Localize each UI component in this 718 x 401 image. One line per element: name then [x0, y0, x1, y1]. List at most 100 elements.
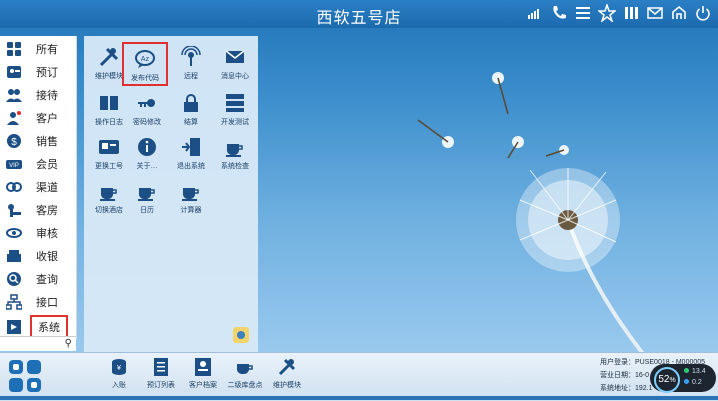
- columns-icon[interactable]: [622, 4, 640, 22]
- about-item[interactable]: 关于…: [124, 132, 170, 176]
- panel-item-label: 发布代码: [131, 75, 159, 82]
- server-icon: [224, 92, 246, 114]
- sidebar-search[interactable]: ⚲: [0, 336, 76, 351]
- customize-icon[interactable]: [232, 326, 250, 344]
- taskbar-item-label: 预订列表: [147, 382, 175, 389]
- vip-icon: VIP: [6, 156, 22, 172]
- taskbar-item-label: 维护模块: [273, 382, 301, 389]
- network-meter[interactable]: 52% 13.4 0.2: [650, 364, 716, 393]
- sidebar-item-label: 客户: [36, 113, 58, 125]
- calculator-item[interactable]: 计算器: [168, 176, 214, 220]
- sidebar-item-audit[interactable]: 审核: [0, 222, 76, 244]
- sidebar-item-cashier[interactable]: 收银: [0, 245, 76, 267]
- exit-icon: [180, 136, 202, 158]
- sales-icon: $: [6, 133, 22, 149]
- system-panel: 维护模块 Az 发布代码 远程 消息中心 操作日志 密码修改 结算 开发测试 更…: [84, 36, 258, 352]
- meter-percent: 52%: [654, 367, 680, 393]
- list-icon: [151, 357, 171, 377]
- panel-item-label: 计算器: [180, 207, 202, 214]
- room-icon: [6, 202, 22, 218]
- wallpaper-dandelion: [417, 72, 650, 360]
- taskbar-maintenance[interactable]: 维护模块: [262, 357, 312, 397]
- profile-icon: [193, 357, 213, 377]
- cup-icon: [180, 180, 202, 202]
- panel-item-label: 退出系统: [177, 163, 205, 170]
- system-icon: [6, 319, 22, 335]
- panel-item-label: 远程: [184, 73, 198, 80]
- sidebar-item-sales[interactable]: $ 销售: [0, 130, 76, 152]
- panel-item-label: 关于…: [136, 163, 158, 170]
- dev-test-item[interactable]: 开发测试: [212, 88, 258, 132]
- calendar-item[interactable]: 日历: [124, 176, 170, 220]
- customer-icon: [6, 110, 22, 126]
- panel-item-label: 密码修改: [133, 119, 161, 126]
- sidebar-item-label: 所有: [36, 44, 58, 56]
- remote-item[interactable]: 远程: [168, 42, 214, 86]
- publish-code-item[interactable]: Az 发布代码: [122, 42, 168, 86]
- title-bar: 西软五号店: [0, 0, 718, 28]
- sidebar-item-label: 销售: [36, 136, 58, 148]
- start-menu-icon[interactable]: [8, 359, 42, 393]
- remote-icon: [180, 45, 202, 68]
- system-check-item[interactable]: 系统检查: [212, 132, 258, 176]
- cup-icon: [136, 180, 158, 202]
- cup-icon: [224, 136, 246, 158]
- exit-system-item[interactable]: 退出系统: [168, 132, 214, 176]
- panel-item-label: 维护模块: [95, 73, 123, 80]
- star-icon[interactable]: [598, 4, 616, 22]
- sidebar-item-reception[interactable]: 接待: [0, 84, 76, 106]
- id-card-icon: [98, 136, 120, 158]
- sidebar-item-system[interactable]: 系统: [0, 315, 76, 339]
- key-icon: [136, 92, 158, 114]
- sidebar-item-room[interactable]: 客房: [0, 199, 76, 221]
- info-icon: [136, 136, 158, 158]
- panel-item-label: 结算: [184, 119, 198, 126]
- sidebar-item-label: 会员: [36, 159, 58, 171]
- cup-icon: [98, 180, 120, 202]
- sidebar-item-query[interactable]: 查询: [0, 268, 76, 290]
- sidebar-item-label: 收银: [36, 251, 58, 263]
- titlebar-icons: [526, 4, 712, 22]
- message-center-item[interactable]: 消息中心: [212, 42, 258, 86]
- interface-icon: [6, 294, 22, 310]
- panel-item-label: 开发测试: [221, 119, 249, 126]
- tools-icon: [277, 357, 297, 377]
- lock-icon: [180, 92, 202, 114]
- sidebar-item-label: 渠道: [36, 182, 58, 194]
- sidebar-menu: 所有 预订 接待 客户 $ 销售 VIP 会员 渠道 客房 审核 收银 查询 接…: [0, 36, 77, 351]
- sidebar-item-customer[interactable]: 客户: [0, 107, 76, 129]
- all-icon: [6, 41, 22, 57]
- sidebar-item-label: 客房: [36, 205, 58, 217]
- sidebar-item-reservation[interactable]: 预订: [0, 61, 76, 83]
- settlement-item[interactable]: 结算: [168, 88, 214, 132]
- sidebar-item-label: 查询: [36, 274, 58, 286]
- download-speed: 0.2: [684, 379, 702, 386]
- mail-icon: [224, 46, 246, 68]
- bottom-strip: [0, 396, 718, 400]
- audit-icon: [6, 225, 22, 241]
- panel-item-label: 日历: [140, 207, 154, 214]
- panel-item-label: 系统检查: [221, 163, 249, 170]
- sidebar-item-channel[interactable]: 渠道: [0, 176, 76, 198]
- sidebar-item-label: 预订: [36, 67, 58, 79]
- power-icon[interactable]: [694, 4, 712, 22]
- menu-icon[interactable]: [574, 4, 592, 22]
- svg-text:VIP: VIP: [9, 163, 19, 169]
- sidebar-item-all[interactable]: 所有: [0, 38, 76, 60]
- change-password-item[interactable]: 密码修改: [124, 88, 170, 132]
- mail-icon[interactable]: [646, 4, 664, 22]
- signal-icon[interactable]: [526, 4, 544, 22]
- cup-icon: [235, 357, 255, 377]
- panel-item-label: 操作日志: [95, 119, 123, 126]
- upload-speed: 13.4: [684, 368, 706, 375]
- channel-icon: [6, 179, 22, 195]
- sidebar-item-member[interactable]: VIP 会员: [0, 153, 76, 175]
- sidebar-item-interface[interactable]: 接口: [0, 291, 76, 313]
- panel-item-label: 切换酒店: [95, 207, 123, 214]
- taskbar-item-label: 客户档案: [189, 382, 217, 389]
- sidebar-item-label: 接口: [36, 297, 58, 309]
- svg-text:$: $: [11, 137, 17, 148]
- phone-icon[interactable]: [550, 4, 568, 22]
- search-icon: [6, 271, 22, 287]
- switch-user-icon[interactable]: [670, 4, 688, 22]
